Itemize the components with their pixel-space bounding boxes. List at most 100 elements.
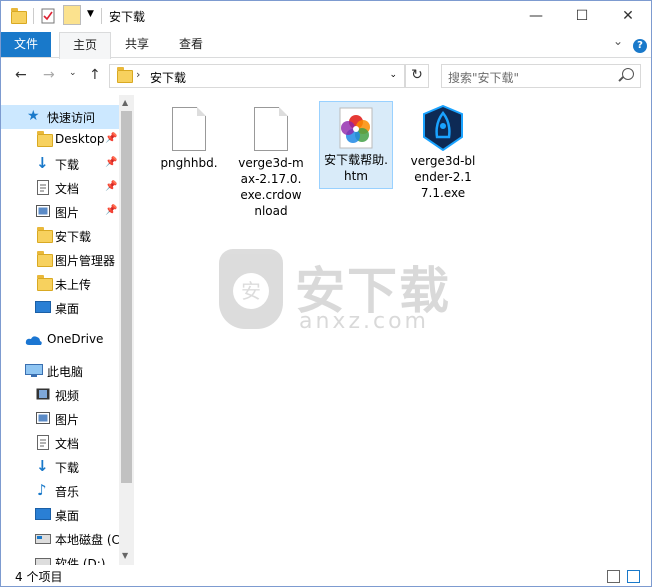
download-icon: ↓ bbox=[36, 154, 49, 172]
search-input[interactable]: 搜索"安下载" bbox=[441, 64, 641, 88]
refresh-button[interactable]: ↻ bbox=[405, 64, 429, 88]
nav-item-downloads[interactable]: ↓ 下载 📌 bbox=[1, 152, 119, 176]
up-arrow-icon[interactable]: ↑ bbox=[89, 67, 101, 83]
nav-label: 图片 bbox=[55, 413, 80, 427]
nav-onedrive[interactable]: OneDrive bbox=[1, 328, 119, 352]
desktop-icon bbox=[35, 301, 51, 316]
document-icon bbox=[37, 435, 49, 453]
nav-label: 本地磁盘 (C bbox=[55, 533, 119, 547]
nav-label: OneDrive bbox=[47, 332, 104, 346]
status-bar: 4 个项目 bbox=[1, 565, 651, 586]
nav-item-pictures[interactable]: 图片 📌 bbox=[1, 200, 119, 224]
picture-icon bbox=[36, 205, 50, 220]
address-row: ← → ⌄ ↑ › 安下载 ⌄ ↻ 搜索"安下载" bbox=[1, 58, 651, 94]
blank-file-icon bbox=[172, 107, 206, 151]
nav-pc-desktop[interactable]: 桌面 bbox=[1, 503, 119, 527]
chevron-right-icon[interactable]: › bbox=[136, 68, 140, 81]
nav-item-desktop[interactable]: Desktop 📌 bbox=[1, 128, 119, 152]
close-button[interactable]: ✕ bbox=[605, 1, 651, 32]
nav-pc-pictures[interactable]: 图片 bbox=[1, 407, 119, 431]
scroll-down-icon[interactable]: ▼ bbox=[122, 551, 128, 560]
folder-icon bbox=[11, 7, 27, 27]
nav-label: 文档 bbox=[55, 182, 80, 196]
nav-item-anxz[interactable]: 安下载 bbox=[1, 224, 119, 248]
folder-icon bbox=[37, 131, 53, 150]
forward-arrow-icon[interactable]: → bbox=[43, 67, 55, 83]
nav-label: 视频 bbox=[55, 389, 80, 403]
folder-icon bbox=[37, 227, 53, 246]
nav-pc-documents[interactable]: 文档 bbox=[1, 431, 119, 455]
divider bbox=[33, 8, 34, 24]
expand-ribbon-icon[interactable]: ⌄ bbox=[613, 34, 623, 48]
scroll-up-icon[interactable]: ▲ bbox=[122, 98, 128, 107]
folder-icon bbox=[117, 67, 133, 86]
recent-locations-icon[interactable]: ⌄ bbox=[69, 68, 77, 78]
pin-icon[interactable]: 📌 bbox=[105, 205, 117, 216]
scrollbar-thumb[interactable] bbox=[121, 111, 132, 483]
customize-toolbar-icon[interactable]: ▼ bbox=[87, 9, 94, 29]
nav-label: 软件 (D:) bbox=[55, 557, 106, 565]
file-item[interactable]: pnghhbd. bbox=[153, 101, 225, 171]
nav-item-picture-manager[interactable]: 图片管理器 bbox=[1, 248, 119, 272]
shield-logo-icon: 安 bbox=[219, 249, 283, 329]
nav-pc-downloads[interactable]: ↓ 下载 bbox=[1, 455, 119, 479]
nav-label: 下载 bbox=[55, 158, 80, 172]
nav-label: 图片 bbox=[55, 206, 80, 220]
file-name: pnghhbd. bbox=[160, 156, 218, 170]
watermark-badge: 安 bbox=[233, 273, 269, 309]
explorer-window: ▼ 安下载 — ☐ ✕ 文件 主页 共享 查看 ⌄ ? ← → ⌄ ↑ › 安下… bbox=[0, 0, 652, 587]
pin-icon[interactable]: 📌 bbox=[105, 181, 117, 192]
ribbon-tabs: 文件 主页 共享 查看 ⌄ ? bbox=[1, 32, 651, 59]
back-arrow-icon[interactable]: ← bbox=[15, 67, 27, 83]
nav-quick-access[interactable]: ★ 快速访问 bbox=[1, 105, 119, 129]
music-icon: ♪ bbox=[37, 481, 47, 499]
file-name: verge3d-max-2.17.0.exe.crdownload bbox=[238, 156, 304, 218]
tab-share[interactable]: 共享 bbox=[113, 32, 161, 57]
nav-pc-videos[interactable]: 视频 bbox=[1, 383, 119, 407]
file-item[interactable]: verge3d-max-2.17.0.exe.crdownload bbox=[235, 101, 307, 219]
maximize-button[interactable]: ☐ bbox=[559, 1, 605, 32]
nav-item-desktop-cn[interactable]: 桌面 bbox=[1, 296, 119, 320]
nav-this-pc[interactable]: 此电脑 bbox=[1, 359, 119, 383]
window-title: 安下载 bbox=[109, 10, 146, 24]
nav-label: 图片管理器 bbox=[55, 254, 116, 268]
new-folder-icon[interactable] bbox=[63, 5, 81, 25]
minimize-button[interactable]: — bbox=[513, 1, 559, 32]
breadcrumb[interactable]: 安下载 bbox=[150, 69, 186, 86]
nav-pc-drive-d[interactable]: 软件 (D:) bbox=[1, 551, 119, 565]
nav-label: 音乐 bbox=[55, 485, 80, 499]
pin-icon[interactable]: 📌 bbox=[105, 157, 117, 168]
nav-scrollbar[interactable]: ▲ ▼ bbox=[119, 95, 134, 565]
nav-label: 桌面 bbox=[55, 509, 80, 523]
folder-icon bbox=[37, 251, 53, 270]
nav-label: 下载 bbox=[55, 461, 80, 475]
chevron-down-icon[interactable]: ⌄ bbox=[389, 70, 397, 80]
tab-view[interactable]: 查看 bbox=[165, 32, 217, 57]
nav-label: 桌面 bbox=[55, 302, 80, 316]
nav-item-not-uploaded[interactable]: 未上传 bbox=[1, 272, 119, 296]
nav-item-documents[interactable]: 文档 📌 bbox=[1, 176, 119, 200]
pin-icon[interactable]: 📌 bbox=[105, 133, 117, 144]
folder-icon bbox=[37, 275, 53, 294]
tab-home[interactable]: 主页 bbox=[59, 32, 111, 59]
blank-file-icon bbox=[254, 107, 288, 151]
verge3d-app-icon bbox=[421, 104, 465, 152]
cloud-icon bbox=[25, 335, 43, 349]
file-item-selected[interactable]: 安下载帮助.htm bbox=[319, 101, 393, 189]
nav-pc-music[interactable]: ♪ 音乐 bbox=[1, 479, 119, 503]
nav-label: 安下载 bbox=[55, 230, 92, 244]
help-icon[interactable]: ? bbox=[633, 37, 647, 53]
video-icon bbox=[36, 388, 50, 403]
star-icon: ★ bbox=[27, 108, 40, 124]
properties-icon[interactable] bbox=[41, 8, 55, 28]
large-icons-view-icon[interactable] bbox=[627, 570, 640, 583]
nav-pc-drive-c[interactable]: 本地磁盘 (C bbox=[1, 527, 119, 551]
search-placeholder: 搜索"安下载" bbox=[448, 71, 520, 85]
computer-icon bbox=[25, 364, 43, 381]
file-item[interactable]: verge3d-blender-2.17.1.exe bbox=[407, 101, 479, 201]
tab-file[interactable]: 文件 bbox=[1, 32, 51, 57]
nav-label: 此电脑 bbox=[47, 365, 84, 379]
search-icon bbox=[622, 68, 634, 80]
details-view-icon[interactable] bbox=[607, 570, 620, 583]
address-bar[interactable]: › 安下载 ⌄ bbox=[109, 64, 405, 88]
